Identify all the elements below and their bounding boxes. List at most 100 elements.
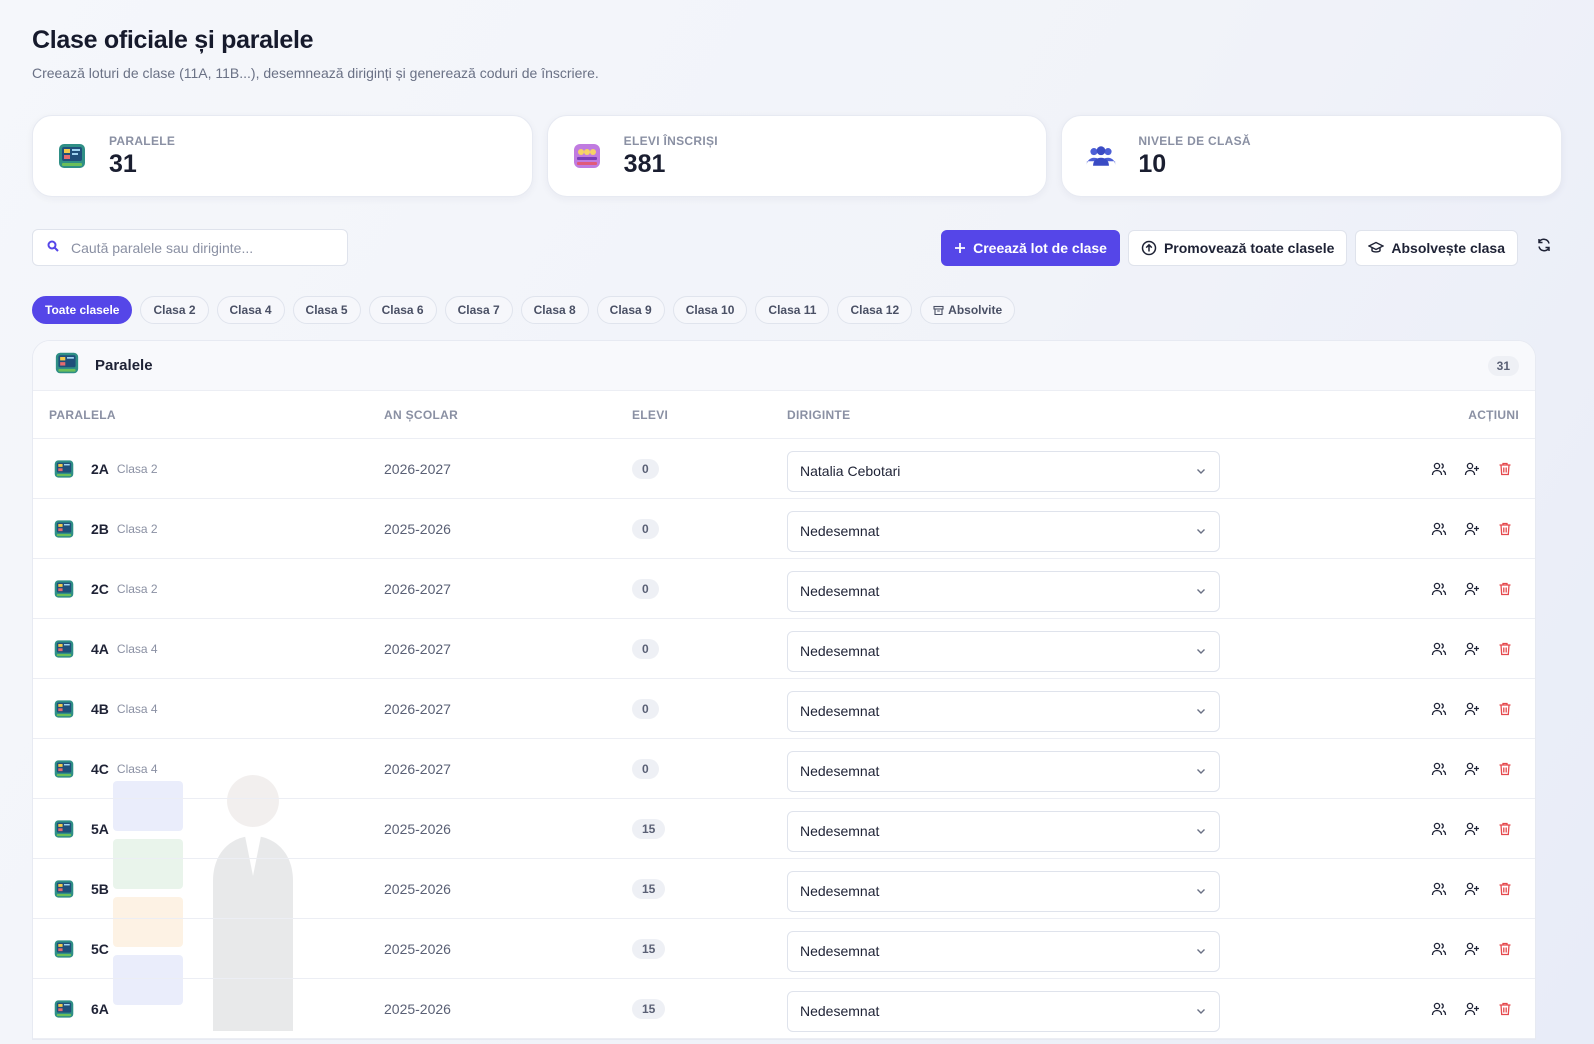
column-header-paralela: PARALELA <box>49 407 116 422</box>
archive-icon <box>933 305 944 316</box>
add-user-icon[interactable] <box>1458 455 1486 483</box>
diriginte-select[interactable]: Nedesemnat <box>787 510 1220 552</box>
trash-icon[interactable] <box>1491 935 1519 963</box>
diriginte-cell: Nedesemnat <box>787 926 1220 972</box>
classroom-icon <box>57 141 87 171</box>
view-students-icon[interactable] <box>1425 995 1453 1023</box>
view-students-icon[interactable] <box>1425 935 1453 963</box>
view-students-icon[interactable] <box>1425 695 1453 723</box>
stat-value: 381 <box>623 149 666 178</box>
diriginte-selected-value: Nedesemnat <box>800 643 880 659</box>
classroom-icon <box>49 934 79 964</box>
table-row: 5A 2025-2026 15 Nedesemnat <box>33 799 1535 859</box>
filter-chip-clasa-10[interactable]: Clasa 10 <box>672 296 748 324</box>
filter-chip-clasa-7[interactable]: Clasa 7 <box>444 296 513 324</box>
classroom-icon <box>49 754 79 784</box>
add-user-icon[interactable] <box>1458 695 1486 723</box>
filter-chip-clasa-6[interactable]: Clasa 6 <box>368 296 437 324</box>
class-name: 5C <box>91 940 109 957</box>
column-header-actiuni: ACȚIUNI <box>1468 407 1519 422</box>
filter-chip-clasa-5[interactable]: Clasa 5 <box>292 296 361 324</box>
add-user-icon[interactable] <box>1458 935 1486 963</box>
diriginte-select[interactable]: Nedesemnat <box>787 570 1220 612</box>
plus-icon <box>954 242 966 254</box>
trash-icon[interactable] <box>1491 755 1519 783</box>
diriginte-select[interactable]: Nedesemnat <box>787 630 1220 672</box>
add-user-icon[interactable] <box>1458 815 1486 843</box>
view-students-icon[interactable] <box>1425 815 1453 843</box>
diriginte-select[interactable]: Natalia Cebotari <box>787 450 1220 492</box>
filter-chip-clasa-11[interactable]: Clasa 11 <box>755 296 830 324</box>
paralela-cell: 5C <box>49 934 384 964</box>
filter-chip-clasa-4[interactable]: Clasa 4 <box>216 296 285 324</box>
view-students-icon[interactable] <box>1425 575 1453 603</box>
diriginte-selected-value: Nedesemnat <box>800 703 880 719</box>
diriginte-selected-value: Nedesemnat <box>800 823 880 839</box>
diriginte-select[interactable]: Nedesemnat <box>787 750 1220 792</box>
class-level: Clasa 2 <box>116 461 158 476</box>
trash-icon[interactable] <box>1491 875 1519 903</box>
actions-cell <box>1220 815 1535 843</box>
stat-card-nivele: NIVELE DE CLASĂ 10 <box>1061 115 1563 197</box>
students-icon <box>572 141 602 171</box>
view-students-icon[interactable] <box>1425 635 1453 663</box>
students-count-badge: 0 <box>632 698 659 719</box>
students-count-badge: 0 <box>632 458 659 479</box>
students-cell: 0 <box>632 458 787 479</box>
diriginte-select[interactable]: Nedesemnat <box>787 870 1220 912</box>
view-students-icon[interactable] <box>1425 515 1453 543</box>
filter-chip-clasa-8[interactable]: Clasa 8 <box>520 296 589 324</box>
diriginte-select[interactable]: Nedesemnat <box>787 690 1220 732</box>
students-cell: 15 <box>632 878 787 899</box>
school-year-cell: 2025-2026 <box>384 940 451 957</box>
trash-icon[interactable] <box>1491 695 1519 723</box>
trash-icon[interactable] <box>1491 575 1519 603</box>
table-row: 2C Clasa 2 2026-2027 0 Nedesemnat <box>33 559 1535 619</box>
diriginte-select[interactable]: Nedesemnat <box>787 810 1220 852</box>
classroom-icon <box>49 454 79 484</box>
add-user-icon[interactable] <box>1458 875 1486 903</box>
trash-icon[interactable] <box>1491 815 1519 843</box>
filter-chip-all[interactable]: Toate clasele <box>32 296 133 324</box>
filter-chip-absolvite[interactable]: Absolvite <box>920 296 1016 324</box>
filter-chip-clasa-9[interactable]: Clasa 9 <box>596 296 665 324</box>
paralela-cell: 6A <box>49 994 384 1024</box>
filter-chip-clasa-2[interactable]: Clasa 2 <box>140 296 209 324</box>
view-students-icon[interactable] <box>1425 455 1453 483</box>
stat-label: PARALELE <box>109 133 176 148</box>
trash-icon[interactable] <box>1491 455 1519 483</box>
add-user-icon[interactable] <box>1458 755 1486 783</box>
table-row: 4A Clasa 4 2026-2027 0 Nedesemnat <box>33 619 1535 679</box>
school-year-cell: 2026-2027 <box>384 460 451 477</box>
add-user-icon[interactable] <box>1458 575 1486 603</box>
create-batch-button[interactable]: Creează lot de clase <box>941 229 1120 266</box>
class-level: Clasa 4 <box>116 641 158 656</box>
filter-chip-clasa-12[interactable]: Clasa 12 <box>837 296 913 324</box>
trash-icon[interactable] <box>1491 515 1519 543</box>
add-user-icon[interactable] <box>1458 515 1486 543</box>
class-name: 5A <box>91 820 109 837</box>
students-count-badge: 0 <box>632 638 659 659</box>
diriginte-selected-value: Nedesemnat <box>800 583 880 599</box>
trash-icon[interactable] <box>1491 995 1519 1023</box>
diriginte-selected-value: Nedesemnat <box>800 883 880 899</box>
arrow-up-circle-icon <box>1141 240 1157 256</box>
view-students-icon[interactable] <box>1425 875 1453 903</box>
view-students-icon[interactable] <box>1425 755 1453 783</box>
table-row: 2B Clasa 2 2025-2026 0 Nedesemnat <box>33 499 1535 559</box>
trash-icon[interactable] <box>1491 635 1519 663</box>
refresh-button[interactable] <box>1526 230 1562 266</box>
class-name: 2B <box>91 520 109 537</box>
table-title: Paralele <box>95 357 153 374</box>
diriginte-select[interactable]: Nedesemnat <box>787 930 1220 972</box>
graduate-button[interactable]: Absolvește clasa <box>1355 229 1518 266</box>
add-user-icon[interactable] <box>1458 635 1486 663</box>
diriginte-select[interactable]: Nedesemnat <box>787 990 1220 1032</box>
diriginte-selected-value: Natalia Cebotari <box>800 463 901 479</box>
add-user-icon[interactable] <box>1458 995 1486 1023</box>
column-header-an-scolar: AN ȘCOLAR <box>384 407 459 422</box>
search-input[interactable] <box>71 239 311 256</box>
promote-all-button[interactable]: Promovează toate clasele <box>1127 229 1348 266</box>
actions-cell <box>1220 515 1535 543</box>
classroom-icon <box>49 874 79 904</box>
